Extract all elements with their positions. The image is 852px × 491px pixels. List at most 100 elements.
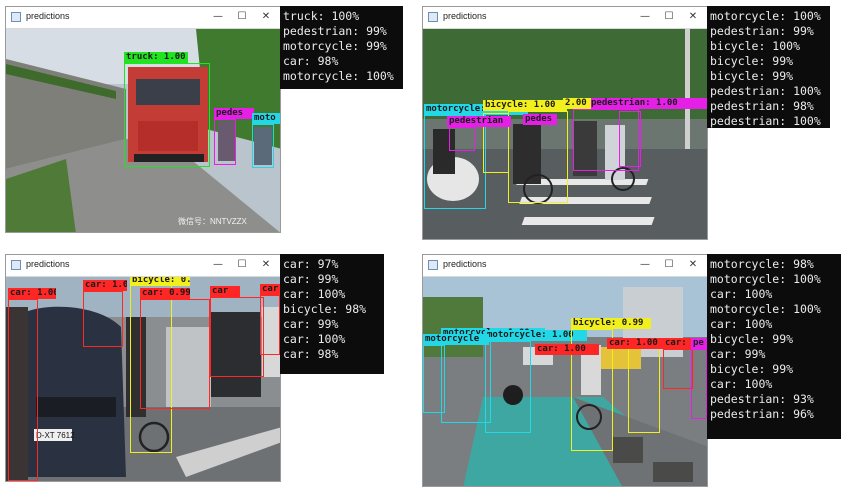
prediction-console-1: truck: 100% pedestrian: 99% motorcycle: … xyxy=(280,6,403,89)
prediction-console-4: motorcycle: 98% motorcycle: 100% car: 10… xyxy=(707,254,841,439)
close-icon[interactable]: ✕ xyxy=(683,257,703,273)
minimize-icon[interactable]: — xyxy=(208,257,228,273)
window-title-bar[interactable]: predictions — ☐ ✕ xyxy=(6,255,280,277)
bbox-label-car: car: 1.00 xyxy=(607,338,671,349)
prediction-window-4: predictions — ☐ ✕ motorcycle: 1.00 motor… xyxy=(422,254,708,487)
bbox-label-pedestrian: pedes xyxy=(523,114,557,125)
console-line: car: 100% xyxy=(710,287,773,301)
bbox-motorcycle xyxy=(485,341,531,433)
console-line: pedestrian: 100% xyxy=(710,114,821,128)
minimize-icon[interactable]: — xyxy=(208,9,228,25)
console-line: bicycle: 99% xyxy=(710,54,794,68)
detection-image: motorcycle: 1.00 bicycle: 1.00 pedestria… xyxy=(423,29,707,239)
bbox-car xyxy=(83,291,123,347)
window-title: predictions xyxy=(26,259,70,269)
bbox-truck xyxy=(124,63,210,167)
console-line: pedestrian: 93% xyxy=(710,392,814,406)
window-app-icon xyxy=(428,12,438,22)
maximize-icon[interactable]: ☐ xyxy=(659,9,679,25)
detection-image: motorcycle: 1.00 motorcycle: 1.00 motorc… xyxy=(423,277,707,486)
console-line: pedestrian: 99% xyxy=(283,24,387,38)
console-line: motorcycle: 100% xyxy=(710,272,821,286)
bbox-label-pedestrian: pedestrian: 1.00 xyxy=(589,98,707,109)
console-line: motorcycle: 100% xyxy=(710,9,821,23)
console-line: motorcycle: 98% xyxy=(710,257,814,271)
console-line: car: 99% xyxy=(283,317,339,331)
console-line: bicycle: 99% xyxy=(710,362,794,376)
console-line: car: 99% xyxy=(283,272,339,286)
bbox-label-car: car: 1.00 xyxy=(8,288,56,299)
bbox-label-pedestrian: pedes xyxy=(214,108,254,119)
console-line: bicycle: 99% xyxy=(710,332,794,346)
console-line: pedestrian: 98% xyxy=(710,99,814,113)
bbox-car xyxy=(663,349,693,389)
maximize-icon[interactable]: ☐ xyxy=(232,257,252,273)
bbox-car xyxy=(628,339,660,433)
close-icon[interactable]: ✕ xyxy=(256,257,276,273)
window-title-bar[interactable]: predictions — ☐ ✕ xyxy=(423,7,707,29)
bbox-label-bicycle: 2.00 xyxy=(563,98,591,109)
prediction-window-3: predictions — ☐ ✕ D-XT 7612 car: 1.00 ca… xyxy=(5,254,281,482)
bbox-car xyxy=(8,299,38,481)
bbox-pedestrian xyxy=(214,119,236,165)
window-title: predictions xyxy=(443,259,487,269)
minimize-icon[interactable]: — xyxy=(635,257,655,273)
bbox-pedestrian xyxy=(449,127,475,151)
bbox-pedestrian xyxy=(619,111,641,167)
bbox-motorcycle xyxy=(423,345,445,413)
maximize-icon[interactable]: ☐ xyxy=(659,257,679,273)
bbox-label-truck: truck: 1.00 xyxy=(124,52,188,63)
bbox-car xyxy=(140,299,210,409)
bbox-motorcycle xyxy=(252,124,274,168)
close-icon[interactable]: ✕ xyxy=(256,9,276,25)
console-line: motorcycle: 100% xyxy=(283,69,394,83)
bbox-motorcycle xyxy=(441,339,491,423)
console-line: pedestrian: 96% xyxy=(710,407,814,421)
close-icon[interactable]: ✕ xyxy=(683,9,703,25)
bbox-pedestrian xyxy=(691,349,707,419)
window-app-icon xyxy=(428,260,438,270)
console-line: bicycle: 99% xyxy=(710,69,794,83)
prediction-window-2: predictions — ☐ ✕ motorcycle: 1.00 bicyc… xyxy=(422,6,708,240)
bbox-label-motorcycle: motorcycle xyxy=(423,334,489,345)
console-line: truck: 100% xyxy=(283,9,360,23)
console-line: pedestrian: 100% xyxy=(710,84,821,98)
console-line: car: 100% xyxy=(710,317,773,331)
maximize-icon[interactable]: ☐ xyxy=(232,9,252,25)
console-line: car: 100% xyxy=(283,287,346,301)
bbox-car xyxy=(210,297,264,377)
bbox-label-pedestrian: pe xyxy=(691,338,707,349)
window-title: predictions xyxy=(443,11,487,21)
window-title-bar[interactable]: predictions — ☐ ✕ xyxy=(6,7,280,29)
console-line: car: 97% xyxy=(283,257,339,271)
console-line: bicycle: 98% xyxy=(283,302,367,316)
bbox-label-pedestrian: pedestrian xyxy=(447,116,511,127)
console-line: car: 98% xyxy=(283,347,339,361)
window-title-bar[interactable]: predictions — ☐ ✕ xyxy=(423,255,707,277)
console-line: car: 99% xyxy=(710,347,766,361)
console-line: pedestrian: 99% xyxy=(710,24,814,38)
minimize-icon[interactable]: — xyxy=(635,9,655,25)
console-line: motorcycle: 100% xyxy=(710,302,821,316)
window-app-icon xyxy=(11,260,21,270)
detection-image: D-XT 7612 car: 1.00 car: 1.00 bicycle: 0… xyxy=(6,277,280,481)
prediction-window-1: predictions — ☐ ✕ 微信号：NNTVZZX truck: 1.0… xyxy=(5,6,281,233)
bbox-label-car: car: 1.00 xyxy=(83,280,127,291)
console-line: car: 98% xyxy=(283,54,339,68)
console-line: car: 100% xyxy=(710,377,773,391)
bbox-label-motorcycle: moto xyxy=(252,113,280,124)
watermark-text: 微信号：NNTVZZX xyxy=(178,216,248,226)
bbox-label-car: car xyxy=(210,286,240,297)
bbox-label-car: car: 0.99 xyxy=(140,288,190,299)
bbox-label-car: car xyxy=(260,284,280,295)
console-line: motorcycle: 99% xyxy=(283,39,387,53)
window-app-icon xyxy=(11,12,21,22)
prediction-console-3: car: 97% car: 99% car: 100% bicycle: 98%… xyxy=(280,254,384,374)
license-plate-text: D-XT 7612 xyxy=(36,431,75,440)
console-line: bicycle: 100% xyxy=(710,39,801,53)
console-line: car: 100% xyxy=(283,332,346,346)
bbox-car xyxy=(260,295,280,355)
detection-image: 微信号：NNTVZZX truck: 1.00 pedes moto xyxy=(6,29,280,232)
bbox-label-bicycle: bicycle: 0.99 xyxy=(571,318,651,329)
bbox-label-car: car: 1.00 xyxy=(535,344,599,355)
